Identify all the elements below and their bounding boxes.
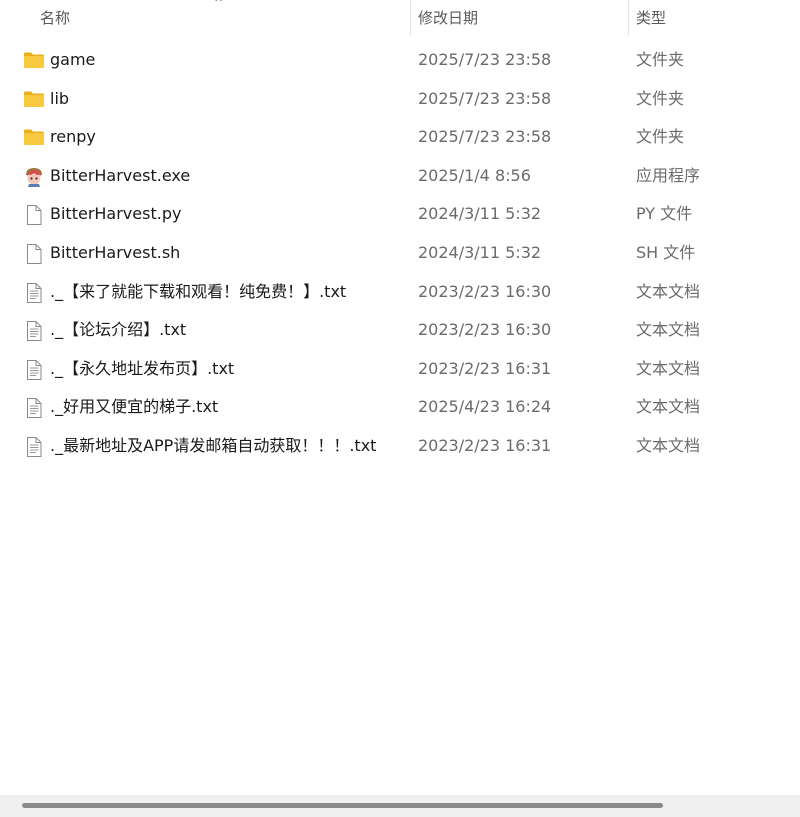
text-file-icon	[23, 320, 45, 342]
file-date: 2025/7/23 23:58	[418, 50, 552, 69]
file-date: 2023/2/23 16:31	[418, 435, 552, 455]
file-type: 文件夹	[636, 127, 685, 147]
file-rows: game 2025/7/23 23:58 文件夹 lib 2025/7/23 2…	[0, 41, 800, 466]
file-date: 2025/7/23 23:58	[418, 88, 552, 108]
file-date: 2025/4/23 16:24	[418, 397, 552, 417]
file-row[interactable]: BitterHarvest.exe 2025/1/4 8:56 应用程序	[0, 157, 800, 196]
text-file-icon	[23, 282, 45, 303]
file-row[interactable]: ._【论坛介绍】.txt 2023/2/23 16:30 文本文档	[0, 311, 800, 350]
text-file-icon	[23, 397, 45, 419]
folder-icon	[23, 127, 45, 147]
file-date: 2023/2/23 16:30	[418, 320, 552, 340]
file-type: 应用程序	[636, 165, 701, 185]
blank-file-icon	[23, 243, 45, 264]
folder-icon	[23, 50, 45, 70]
file-date: 2023/2/23 16:31	[418, 358, 552, 378]
file-date: 2025/7/23 23:58	[418, 127, 552, 147]
column-header-name[interactable]: 名称	[32, 0, 410, 36]
file-type: 文本文档	[636, 397, 701, 417]
file-row[interactable]: renpy 2025/7/23 23:58 文件夹	[0, 118, 800, 157]
file-type: PY 文件	[636, 204, 693, 224]
file-row[interactable]: BitterHarvest.py 2024/3/11 5:32 PY 文件	[0, 195, 800, 234]
file-row[interactable]: ._最新地址及APP请发邮箱自动获取！！！.txt 2023/2/23 16:3…	[0, 427, 800, 466]
file-name: ._【来了就能下载和观看！纯免费！】.txt	[50, 281, 347, 301]
blank-file-icon	[23, 204, 45, 226]
file-name: lib	[50, 88, 70, 108]
file-name: ._【论坛介绍】.txt	[50, 320, 187, 340]
file-name: BitterHarvest.py	[50, 204, 182, 224]
file-type: 文本文档	[636, 435, 701, 455]
file-row[interactable]: ._好用又便宜的梯子.txt 2025/4/23 16:24 文本文档	[0, 388, 800, 427]
file-name: renpy	[50, 127, 96, 147]
file-type: 文件夹	[636, 50, 685, 69]
file-type: SH 文件	[636, 242, 696, 262]
file-list-pane: ^ 名称 修改日期 类型 game 2025/7/23 23:58 文件夹 li…	[0, 0, 800, 817]
file-type: 文本文档	[636, 320, 701, 340]
app-icon	[23, 166, 45, 187]
file-name: ._【永久地址发布页】.txt	[50, 358, 235, 378]
file-type: 文本文档	[636, 281, 701, 301]
file-row[interactable]: ._【来了就能下载和观看！纯免费！】.txt 2023/2/23 16:30 文…	[0, 273, 800, 312]
file-name: BitterHarvest.sh	[50, 242, 181, 262]
file-name: BitterHarvest.exe	[50, 165, 191, 185]
file-date: 2025/1/4 8:56	[418, 165, 531, 185]
column-header-date[interactable]: 修改日期	[410, 0, 628, 36]
file-date: 2023/2/23 16:30	[418, 281, 552, 301]
file-name: ._最新地址及APP请发邮箱自动获取！！！.txt	[50, 435, 377, 455]
folder-icon	[23, 89, 45, 109]
file-row[interactable]: ._【永久地址发布页】.txt 2023/2/23 16:31 文本文档	[0, 350, 800, 389]
column-header-bar: ^ 名称 修改日期 类型	[0, 0, 800, 36]
file-date: 2024/3/11 5:32	[418, 242, 542, 262]
file-name: ._好用又便宜的梯子.txt	[50, 397, 219, 417]
file-name: game	[50, 50, 96, 69]
scrollbar-thumb[interactable]	[22, 803, 663, 808]
file-row[interactable]: BitterHarvest.sh 2024/3/11 5:32 SH 文件	[0, 234, 800, 273]
text-file-icon	[23, 359, 45, 380]
file-row[interactable]: lib 2025/7/23 23:58 文件夹	[0, 80, 800, 119]
text-file-icon	[23, 436, 45, 457]
file-date: 2024/3/11 5:32	[418, 204, 542, 224]
horizontal-scrollbar[interactable]	[0, 795, 800, 817]
file-type: 文件夹	[636, 88, 685, 108]
file-type: 文本文档	[636, 358, 701, 378]
file-row[interactable]: game 2025/7/23 23:58 文件夹	[0, 41, 800, 80]
column-header-type[interactable]: 类型	[628, 0, 800, 36]
